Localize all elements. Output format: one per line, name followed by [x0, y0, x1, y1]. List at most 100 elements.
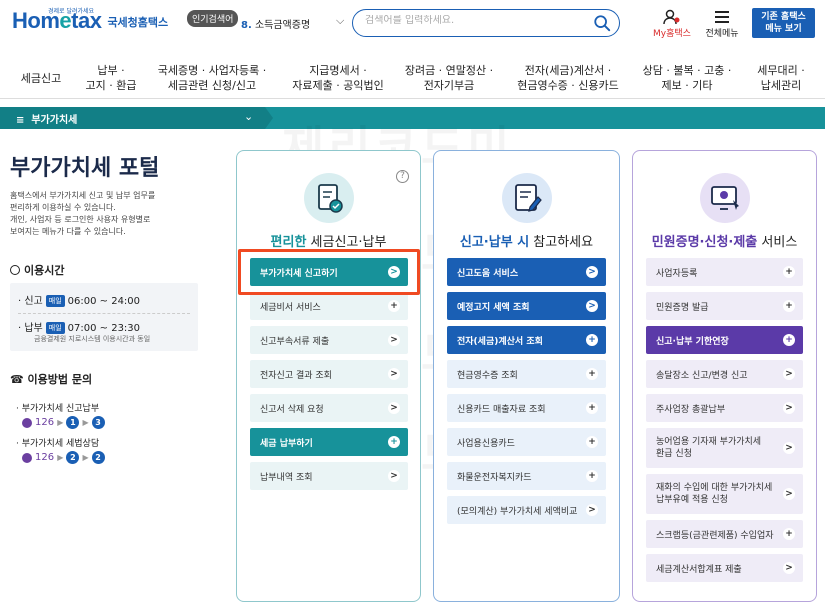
- certificate-computer-icon: [700, 173, 750, 223]
- menu-label: 재화의 수입에 대한 부가가치세: [656, 483, 773, 493]
- nav-incentives[interactable]: 장려금 · 연말정산 · 전자기부금: [398, 57, 500, 99]
- invoice-summary-item[interactable]: 세금계산서합계표 제출 >: [646, 554, 803, 582]
- menu-label: 사업자등록: [656, 268, 698, 279]
- nav-label-2: 전자기부금: [423, 79, 475, 92]
- highlight-box: [238, 249, 420, 295]
- nav-consultation[interactable]: 상담 · 불복 · 고충 · 제보 · 기타: [636, 57, 738, 99]
- delivery-address-item[interactable]: 송달장소 신고/변경 신고 >: [646, 360, 803, 388]
- mock-calculation-item[interactable]: (모의계산) 부가가치세 세액비교 >: [447, 496, 606, 524]
- hometax-logo[interactable]: 경제로 달려가세요 Hometax 국세청홈택스: [12, 8, 168, 32]
- nav-label: 전자(세금)계산서 ·: [524, 64, 612, 77]
- nav-payment[interactable]: 납부 · 고지 · 환급: [76, 57, 146, 99]
- farm-equipment-refund-item[interactable]: 농어업용 기자재 부가가치세 환급 신청 >: [646, 428, 803, 468]
- desc-line: 보여지는 메뉴가 다를 수 있습니다.: [10, 227, 126, 236]
- plus-icon: +: [586, 402, 598, 414]
- scrap-importer-item[interactable]: 스크랩등(금관련제품) 수입업자 +: [646, 520, 803, 548]
- card-title: 편리한 세금신고·납부: [237, 231, 420, 250]
- cash-receipt-item[interactable]: 현금영수증 조회 +: [447, 360, 606, 388]
- delete-request-item[interactable]: 신고서 삭제 요청 >: [250, 394, 408, 422]
- preliminary-notice-button[interactable]: 예정고지 세액 조회 >: [447, 292, 606, 320]
- usage-time-box: · 신고 매일 06:00 ~ 24:00 · 납부 매일 07:00 ~ 23:30 …: [10, 283, 198, 351]
- clock-icon: [10, 265, 20, 275]
- menu-label: 스크랩등(금관련제품) 수입업자: [656, 530, 774, 541]
- nav-label: 납부 ·: [97, 64, 125, 77]
- menu-label: 전자(세금)계산서 조회: [457, 336, 543, 347]
- plus-icon: +: [586, 470, 598, 482]
- nav-label: 지급명세서 ·: [309, 64, 367, 77]
- menu-label: 신고·납부 기한연장: [656, 336, 729, 347]
- menu-label: 납부내역 조회: [260, 472, 313, 483]
- nav-tax-filing[interactable]: 세금신고: [8, 57, 74, 99]
- deadline-extension-button[interactable]: 신고·납부 기한연장 +: [646, 326, 803, 354]
- search-input[interactable]: [365, 15, 585, 26]
- hamburger-icon: ≡: [16, 115, 25, 126]
- tax-secretary-item[interactable]: 세금비서 서비스 +: [250, 292, 408, 320]
- arrow-icon: ▶: [57, 418, 64, 427]
- nav-statements[interactable]: 지급명세서 · 자료제출 · 공익법인: [282, 57, 394, 99]
- chevron-right-icon: >: [388, 334, 400, 346]
- all-menu-button[interactable]: 전체메뉴: [702, 8, 742, 39]
- time-note: 금융결제원 지로시스템 이용시간과 동일: [34, 335, 151, 343]
- civil-service-card: 민원증명·신청·제출 서비스 사업자등록 + 민원증명 발급 + 신고·납부 기한연…: [632, 150, 817, 602]
- plus-icon: +: [586, 436, 598, 448]
- popular-search-item[interactable]: 8. 소득금액증명: [241, 16, 310, 31]
- page-title: 부가가치세 포털: [10, 150, 159, 182]
- menu-label-2: 납부유예 적용 신청: [656, 495, 728, 505]
- certificate-issue-item[interactable]: 민원증명 발급 +: [646, 292, 803, 320]
- usage-time-title: 이용시간: [24, 264, 65, 277]
- classic-menu-line1: 기존 홈택스: [761, 12, 806, 22]
- nav-label-2: 세금관련 신청/신고: [167, 79, 257, 92]
- filing-time-label: · 신고: [18, 296, 43, 307]
- menu-label: 사업용신용카드: [457, 438, 515, 449]
- chevron-right-icon: >: [388, 368, 400, 380]
- card-title: 민원증명·신청·제출 서비스: [633, 231, 816, 250]
- e-invoice-query-button[interactable]: 전자(세금)계산서 조회 +: [447, 326, 606, 354]
- main-business-payment-item[interactable]: 주사업장 총괄납부 >: [646, 394, 803, 422]
- chevron-right-icon: >: [783, 562, 795, 574]
- nav-label: 세금신고: [20, 71, 62, 85]
- cargo-driver-card-item[interactable]: 화물운전자복지카드 +: [447, 462, 606, 490]
- phone-icon: [22, 417, 32, 428]
- business-registration-item[interactable]: 사업자등록 +: [646, 258, 803, 286]
- import-deferral-item[interactable]: 재화의 수입에 대한 부가가치세 납부유예 적용 신청 >: [646, 474, 803, 514]
- menu-step: 2: [91, 451, 105, 464]
- help-icon[interactable]: ?: [396, 170, 409, 183]
- breadcrumb-selector[interactable]: ≡ 부가가치세 ⌄: [0, 107, 265, 129]
- my-hometax-button[interactable]: My홈택스: [650, 8, 694, 39]
- menu-label: 민원증명 발급: [656, 302, 709, 313]
- inquiry-vat-filing-number: 126 ▶ 1 ▶ 3: [22, 416, 108, 429]
- payment-time-value: 07:00 ~ 23:30: [67, 323, 141, 334]
- payment-history-item[interactable]: 납부내역 조회 >: [250, 462, 408, 490]
- card-title: 신고·납부 시 참고하세요: [434, 231, 619, 250]
- payment-time: · 납부 매일 07:00 ~ 23:30: [18, 319, 140, 334]
- menu-label: 신고서 삭제 요청: [260, 404, 324, 415]
- inquiry-heading: ☎ 이용방법 문의: [10, 371, 92, 387]
- nav-label-2: 자료제출 · 공익법인: [292, 79, 384, 92]
- desc-line: 홈택스에서 부가가치세 신고 및 납부 업무를: [10, 191, 156, 200]
- menu-step: 1: [66, 416, 80, 429]
- menu-label-block: 재화의 수입에 대한 부가가치세납부유예 적용 신청: [656, 482, 772, 506]
- header: 경제로 달려가세요 Hometax 국세청홈택스 인기검색어 8. 소득금액증명…: [0, 0, 825, 46]
- classic-menu-line2: 메뉴 보기: [765, 24, 802, 34]
- pay-tax-button[interactable]: 세금 납부하기 +: [250, 428, 408, 456]
- e-filing-result-item[interactable]: 전자신고 결과 조회 >: [250, 360, 408, 388]
- nav-e-invoice[interactable]: 전자(세금)계산서 · 현금영수증 · 신용카드: [506, 57, 630, 99]
- filing-help-button[interactable]: 신고도움 서비스 >: [447, 258, 606, 286]
- plus-icon: +: [783, 334, 795, 346]
- card-sales-item[interactable]: 신용카드 매출자료 조회 +: [447, 394, 606, 422]
- card-title-rest: 서비스: [757, 235, 798, 250]
- menu-label: 예정고지 세액 조회: [457, 302, 530, 313]
- inquiry-vat-law: · 부가가치세 세법상담: [16, 439, 100, 449]
- attachment-submit-item[interactable]: 신고부속서류 제출 >: [250, 326, 408, 354]
- nav-tax-agent[interactable]: 세무대리 · 납세관리: [744, 57, 818, 99]
- phone-icon: ☎: [10, 373, 24, 386]
- plus-icon: +: [783, 266, 795, 278]
- all-menu-label: 전체메뉴: [705, 29, 739, 39]
- business-card-item[interactable]: 사업용신용카드 +: [447, 428, 606, 456]
- menu-label: 주사업장 총괄납부: [656, 404, 726, 415]
- search-icon[interactable]: [593, 14, 611, 32]
- chevron-down-icon[interactable]: ⌵: [336, 14, 344, 28]
- nav-certificates[interactable]: 국세증명 · 사업자등록 · 세금관련 신청/신고: [150, 57, 274, 99]
- classic-menu-button[interactable]: 기존 홈택스 메뉴 보기: [752, 8, 815, 38]
- breadcrumb-arrow: [265, 107, 273, 129]
